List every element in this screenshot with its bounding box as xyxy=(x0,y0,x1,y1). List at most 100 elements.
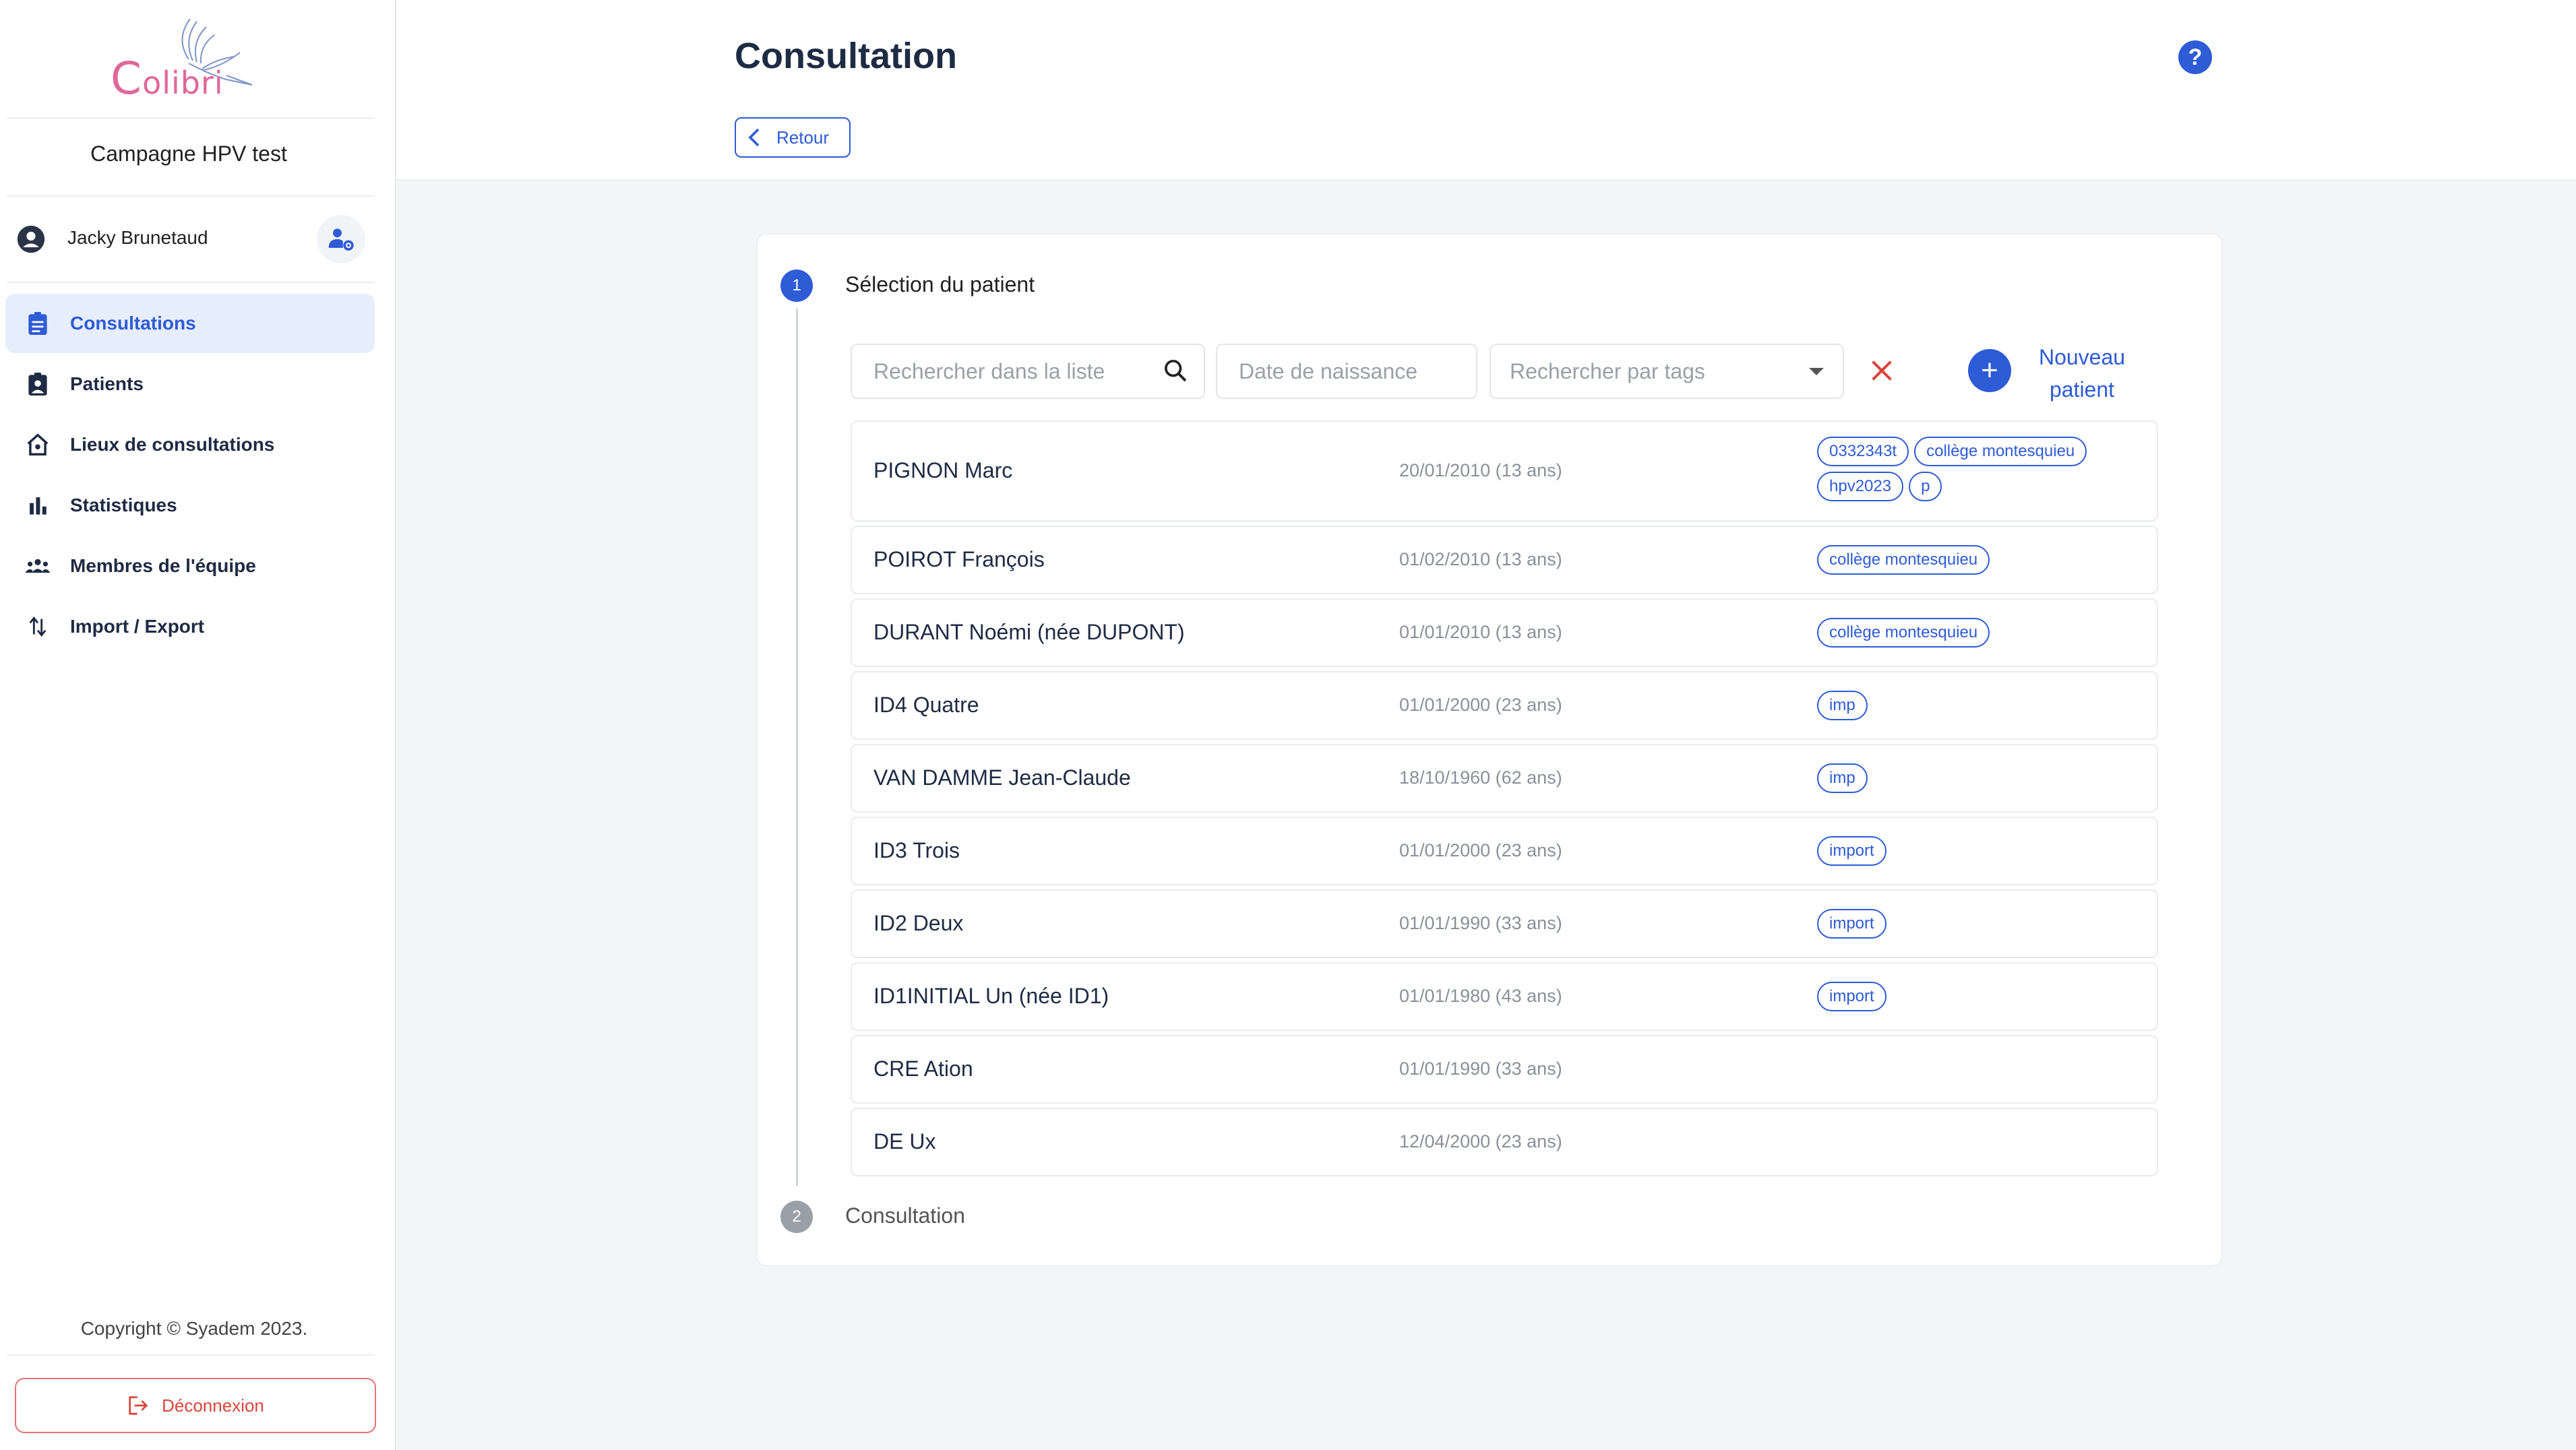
step-2-label[interactable]: Consultation xyxy=(845,1203,965,1228)
tag-chip[interactable]: collège montesquieu xyxy=(1914,437,2087,466)
plus-icon: + xyxy=(1981,354,1998,387)
account-circle-icon xyxy=(17,225,45,253)
home-location-icon xyxy=(24,431,51,458)
patient-birthdate: 01/01/1980 (43 ans) xyxy=(1399,986,1562,1006)
logout-icon xyxy=(129,1396,148,1415)
sidebar-item-label: Membres de l'équipe xyxy=(70,555,256,576)
patient-tags: imp xyxy=(1817,763,2141,793)
tag-chip[interactable]: collège montesquieu xyxy=(1817,545,1990,575)
new-patient-link[interactable]: Nouveau patient xyxy=(2025,341,2139,406)
sidebar-item-consultations[interactable]: Consultations xyxy=(5,294,375,353)
search-field[interactable] xyxy=(851,344,1205,399)
tag-chip[interactable]: collège montesquieu xyxy=(1817,618,1990,648)
patient-row[interactable]: ID2 Deux 01/01/1990 (33 ans) import xyxy=(851,889,2158,958)
user-name: Jacky Brunetaud xyxy=(67,227,208,248)
patient-tags: import xyxy=(1817,982,2141,1011)
add-patient-button[interactable]: + xyxy=(1968,349,2011,392)
patient-row[interactable]: ID3 Trois 01/01/2000 (23 ans) import xyxy=(851,817,2158,885)
page-header: Consultation ? Retour xyxy=(396,0,2576,181)
copyright: Copyright © Syadem 2023. xyxy=(80,1318,308,1339)
step-1-badge: 1 xyxy=(780,270,813,302)
step-connector xyxy=(796,309,798,1186)
patient-tags: import xyxy=(1817,909,2141,939)
step-1-label[interactable]: Sélection du patient xyxy=(845,272,1035,297)
sidebar-item-label: Patients xyxy=(70,373,144,394)
sidebar-item-label: Lieux de consultations xyxy=(70,434,275,455)
patient-tags: 0332343t collège montesquieu hpv2023 p xyxy=(1817,437,2141,501)
patient-tags: import xyxy=(1817,836,2141,866)
back-label: Retour xyxy=(776,127,830,148)
tag-chip[interactable]: import xyxy=(1817,982,1887,1011)
patient-row[interactable]: ID4 Quatre 01/01/2000 (23 ans) imp xyxy=(851,671,2158,740)
chevron-down-icon xyxy=(1809,368,1824,375)
user-gear-icon xyxy=(328,228,354,251)
patient-tags: collège montesquieu xyxy=(1817,545,2141,575)
sidebar-item-label: Import / Export xyxy=(70,616,205,637)
tags-select-placeholder: Rechercher par tags xyxy=(1510,358,1705,383)
patient-birthdate: 01/01/1990 (33 ans) xyxy=(1399,913,1562,933)
logout-button[interactable]: Déconnexion xyxy=(15,1378,376,1433)
tag-chip[interactable]: 0332343t xyxy=(1817,437,1909,466)
patient-badge-icon xyxy=(24,371,51,398)
patient-list: PIGNON Marc 20/01/2010 (13 ans) 0332343t co… xyxy=(851,420,2158,1180)
clear-filters-icon[interactable] xyxy=(1868,357,1895,384)
patient-row[interactable]: DURANT Noémi (née DUPONT) 01/01/2010 (13 … xyxy=(851,598,2158,667)
logout-label: Déconnexion xyxy=(162,1395,264,1416)
patient-tags: collège montesquieu xyxy=(1817,618,2141,648)
patient-name: ID2 Deux xyxy=(873,911,964,935)
sidebar-item-membres[interactable]: Membres de l'équipe xyxy=(5,536,375,596)
page-title: Consultation xyxy=(735,36,957,76)
patient-row[interactable]: POIROT François 01/02/2010 (13 ans) collèg… xyxy=(851,526,2158,594)
tag-chip[interactable]: hpv2023 xyxy=(1817,472,1904,501)
search-icon[interactable] xyxy=(1162,357,1189,384)
birthdate-input[interactable] xyxy=(1237,358,1476,385)
divider xyxy=(7,195,375,197)
patient-name: POIROT François xyxy=(873,547,1045,571)
sidebar-item-label: Consultations xyxy=(70,313,196,334)
patient-birthdate: 01/01/2010 (13 ans) xyxy=(1399,622,1562,642)
sidebar-item-import-export[interactable]: Import / Export xyxy=(5,597,375,656)
user-row: Jacky Brunetaud xyxy=(16,215,367,263)
patient-row[interactable]: CRE Ation 01/01/1990 (33 ans) xyxy=(851,1035,2158,1104)
patient-row[interactable]: DE Ux 12/04/2000 (23 ans) xyxy=(851,1108,2158,1176)
import-export-icon xyxy=(24,613,51,640)
patient-name: DE Ux xyxy=(873,1129,936,1154)
patient-birthdate: 12/04/2000 (23 ans) xyxy=(1399,1131,1562,1152)
patient-birthdate: 01/01/2000 (23 ans) xyxy=(1399,840,1562,860)
campaign-name: Campagne HPV test xyxy=(90,141,287,166)
search-input[interactable] xyxy=(872,358,1204,385)
sidebar-item-lieux[interactable]: Lieux de consultations xyxy=(5,415,375,474)
divider xyxy=(7,282,375,283)
help-button[interactable]: ? xyxy=(2178,40,2212,74)
clipboard-icon xyxy=(24,310,51,337)
patient-name: PIGNON Marc xyxy=(873,458,1013,482)
chevron-left-icon xyxy=(748,128,760,147)
help-icon: ? xyxy=(2188,44,2203,70)
patient-name: ID1INITIAL Un (née ID1) xyxy=(873,984,1109,1008)
patient-row[interactable]: PIGNON Marc 20/01/2010 (13 ans) 0332343t co… xyxy=(851,420,2158,522)
divider xyxy=(7,117,375,119)
sidebar-nav: Consultations Patients Lieux de consulta… xyxy=(5,294,375,658)
tag-chip[interactable]: import xyxy=(1817,836,1887,866)
patient-birthdate: 18/10/1960 (62 ans) xyxy=(1399,767,1562,788)
sidebar-item-patients[interactable]: Patients xyxy=(5,354,375,414)
patient-row[interactable]: ID1INITIAL Un (née ID1) 01/01/1980 (43 an… xyxy=(851,962,2158,1031)
back-button[interactable]: Retour xyxy=(735,117,851,158)
patient-row[interactable]: VAN DAMME Jean-Claude 18/10/1960 (62 ans)… xyxy=(851,744,2158,813)
tag-chip[interactable]: imp xyxy=(1817,763,1868,793)
tags-select[interactable]: Rechercher par tags xyxy=(1490,344,1844,399)
patient-name: CRE Ation xyxy=(873,1057,973,1081)
birthdate-field[interactable] xyxy=(1216,344,1477,399)
patient-name: ID3 Trois xyxy=(873,838,960,862)
sidebar: Colibri Campagne HPV test Jacky Brunetau… xyxy=(0,0,396,1450)
step-2-badge: 2 xyxy=(780,1201,813,1233)
sidebar-item-label: Statistiques xyxy=(70,495,177,515)
tag-chip[interactable]: imp xyxy=(1817,691,1868,720)
user-settings-button[interactable] xyxy=(317,215,365,263)
divider xyxy=(7,1354,375,1356)
patient-birthdate: 20/01/2010 (13 ans) xyxy=(1399,460,1562,480)
sidebar-item-statistiques[interactable]: Statistiques xyxy=(5,476,375,535)
tag-chip[interactable]: p xyxy=(1909,472,1942,501)
tag-chip[interactable]: import xyxy=(1817,909,1887,939)
bar-chart-icon xyxy=(24,492,51,519)
